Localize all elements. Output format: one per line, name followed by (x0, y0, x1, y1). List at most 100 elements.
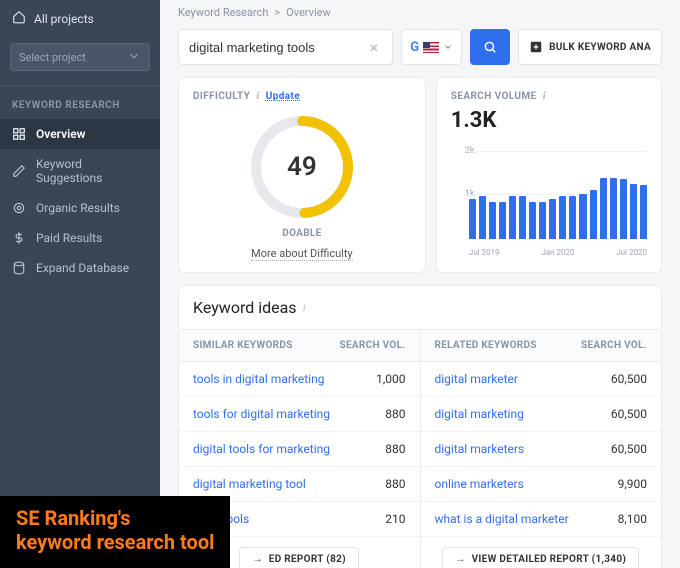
database-icon (12, 261, 26, 275)
chart-bar (620, 179, 627, 239)
sidebar-section-title: KEYWORD RESEARCH (0, 86, 160, 119)
chart-bar (499, 202, 506, 239)
volume-value: 60,500 (611, 407, 647, 421)
table-row: what is a digital marketer 8,100 (421, 502, 662, 537)
table-row: tools in digital marketing 1,000 (179, 362, 420, 397)
sidebar-item-keyword-suggestions[interactable]: Keyword Suggestions (0, 149, 160, 193)
view-similar-report-button[interactable]: → ED REPORT (82) (239, 547, 359, 568)
volume-value: 880 (385, 407, 405, 421)
sidebar-item-label: Expand Database (36, 261, 129, 275)
plus-square-icon (529, 40, 543, 54)
chevron-down-icon (127, 49, 141, 66)
project-select[interactable]: Select project (10, 43, 150, 71)
column-header-volume: SEARCH VOL. (581, 340, 647, 351)
column-header-keywords: RELATED KEYWORDS (435, 340, 537, 351)
report-label: ED REPORT (82) (269, 554, 346, 565)
chart-bar (640, 185, 647, 239)
difficulty-title: DIFFICULTY (193, 91, 250, 102)
caption-overlay: SE Ranking's keyword research tool (0, 496, 230, 568)
volume-value: 8,100 (618, 512, 647, 526)
search-volume-title: SEARCH VOLUME (451, 91, 537, 102)
sidebar-item-expand-database[interactable]: Expand Database (0, 253, 160, 283)
volume-value: 60,500 (611, 442, 647, 456)
keyword-link[interactable]: online marketers (435, 477, 524, 491)
chart-bar (549, 199, 556, 239)
view-related-report-button[interactable]: → VIEW DETAILED REPORT (1,340) (442, 547, 639, 568)
keyword-ideas-title: Keyword ideas (193, 298, 297, 317)
main-panel: Keyword Research > Overview × G BULK KEY… (160, 0, 680, 568)
chart-bar (469, 199, 476, 239)
table-row: digital marketer 60,500 (421, 362, 662, 397)
difficulty-gauge: 49 (247, 112, 357, 222)
keyword-link[interactable]: digital marketers (435, 442, 525, 456)
us-flag-icon (423, 42, 439, 53)
bulk-keyword-button[interactable]: BULK KEYWORD ANA (518, 29, 662, 65)
info-icon[interactable]: i (256, 90, 259, 102)
chart-xtick: Jan 2020 (541, 248, 574, 257)
info-icon[interactable]: i (543, 90, 546, 102)
volume-value: 880 (385, 477, 405, 491)
search-row: × G BULK KEYWORD ANA (160, 25, 680, 77)
chart-bar (579, 194, 586, 239)
breadcrumb-page: Overview (286, 6, 331, 19)
sidebar-item-label: Keyword Suggestions (36, 157, 148, 185)
sidebar-item-label: Overview (36, 127, 86, 141)
cards-row: DIFFICULTY i Update 49 DOABLE More about… (160, 77, 680, 285)
more-about-difficulty-link[interactable]: More about Difficulty (251, 247, 352, 261)
table-row: digital marketers 60,500 (421, 432, 662, 467)
arrow-right-icon: → (252, 554, 262, 565)
search-button[interactable] (470, 29, 510, 65)
search-engine-select[interactable]: G (401, 29, 462, 65)
search-volume-value: 1.3K (451, 108, 647, 133)
sidebar-item-overview[interactable]: Overview (0, 119, 160, 149)
keyword-link[interactable]: digital marketing tool (193, 477, 306, 491)
info-icon[interactable]: i (303, 302, 306, 314)
related-keywords-column: RELATED KEYWORDS SEARCH VOL. digital mar… (420, 329, 662, 568)
chart-bar (610, 178, 617, 239)
all-projects-label: All projects (34, 12, 94, 26)
breadcrumb-sep: > (274, 6, 280, 19)
volume-value: 1,000 (376, 372, 405, 386)
volume-value: 210 (385, 512, 405, 526)
difficulty-score: 49 (247, 112, 357, 222)
pencil-icon (12, 164, 26, 178)
project-select-placeholder: Select project (19, 51, 86, 64)
breadcrumb-root[interactable]: Keyword Research (178, 6, 268, 19)
all-projects-link[interactable]: All projects (0, 0, 160, 37)
chart-bar (559, 196, 566, 239)
keyword-link[interactable]: digital marketer (435, 372, 519, 386)
clear-icon[interactable]: × (366, 38, 383, 57)
chart-xtick: Jul 2020 (616, 248, 647, 257)
keyword-link[interactable]: digital marketing (435, 407, 524, 421)
chart-bar (630, 184, 637, 239)
chart-bar (509, 196, 516, 239)
chart-bar (529, 202, 536, 239)
caption-line: keyword research tool (16, 530, 214, 554)
sidebar-item-paid-results[interactable]: Paid Results (0, 223, 160, 253)
update-link[interactable]: Update (266, 91, 300, 102)
grid-icon (12, 127, 26, 141)
search-box[interactable]: × (178, 29, 393, 65)
keyword-link[interactable]: tools for digital marketing (193, 407, 330, 421)
table-row: digital marketing 60,500 (421, 397, 662, 432)
report-label: VIEW DETAILED REPORT (1,340) (472, 554, 627, 565)
search-volume-card: SEARCH VOLUME i 1.3K 2k 1k Jul 2019 Jan … (436, 77, 662, 273)
breadcrumb: Keyword Research > Overview (160, 0, 680, 25)
sidebar-item-organic-results[interactable]: Organic Results (0, 193, 160, 223)
search-input[interactable] (189, 40, 366, 55)
chart-bar (590, 190, 597, 239)
keyword-link[interactable]: what is a digital marketer (435, 512, 569, 526)
home-icon (12, 10, 26, 27)
chart-bar (600, 178, 607, 239)
volume-value: 60,500 (611, 372, 647, 386)
chart-bar (519, 196, 526, 239)
keyword-link[interactable]: digital tools for marketing (193, 442, 330, 456)
arrow-right-icon: → (455, 554, 465, 565)
target-icon (12, 201, 26, 215)
chart-xtick: Jul 2019 (469, 248, 500, 257)
keyword-link[interactable]: tools in digital marketing (193, 372, 324, 386)
table-row: online marketers9,900 (421, 467, 662, 502)
search-icon (483, 40, 497, 54)
chart-bar (569, 196, 576, 239)
chart-bars (469, 153, 647, 239)
